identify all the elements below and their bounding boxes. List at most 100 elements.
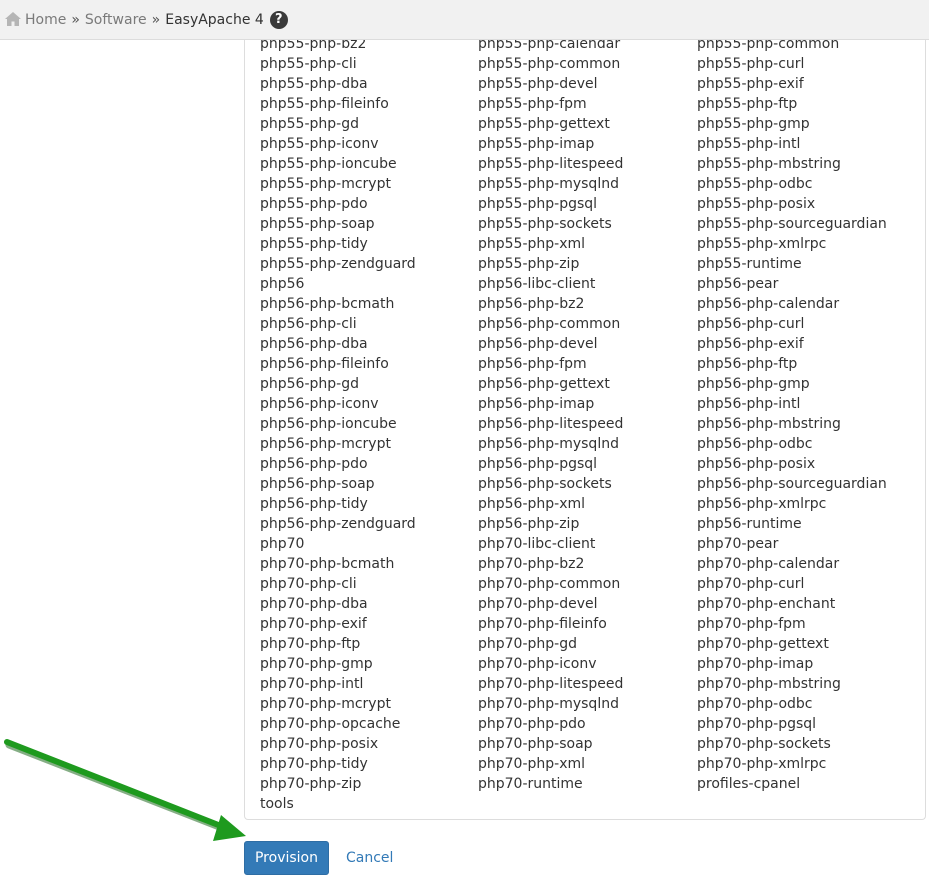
package-item: php55-php-zendguard: [260, 256, 416, 272]
package-item: php55-php-calendar: [478, 40, 621, 52]
package-item: php55-php-sockets: [478, 216, 612, 232]
package-item: php55-php-ftp: [697, 96, 798, 112]
package-item: php56-php-sourceguardian: [697, 476, 887, 492]
package-item: php55-php-xmlrpc: [697, 236, 827, 252]
package-item: php70-php-gmp: [260, 656, 373, 672]
package-item: php56-php-curl: [697, 316, 805, 332]
package-item: php70-php-opcache: [260, 716, 401, 732]
package-item: php70-php-bcmath: [260, 556, 395, 572]
page-title: EasyApache 4: [165, 11, 264, 28]
package-item: php56-php-litespeed: [478, 416, 624, 432]
breadcrumb-separator: »: [151, 11, 161, 28]
breadcrumb-software-link[interactable]: Software: [85, 12, 147, 28]
package-item: php55-php-posix: [697, 196, 816, 212]
breadcrumb-home-link[interactable]: Home: [25, 12, 66, 28]
breadcrumb-bar: Home » Software » EasyApache 4 ?: [0, 0, 929, 40]
package-item: php70-php-litespeed: [478, 676, 624, 692]
package-item: php70-php-enchant: [697, 596, 836, 612]
package-item: php55-php-bz2: [260, 40, 367, 52]
package-item: php55-php-odbc: [697, 176, 813, 192]
package-item: php56-php-gmp: [697, 376, 810, 392]
package-item: php56-php-iconv: [260, 396, 379, 412]
package-item: php56-php-exif: [697, 336, 804, 352]
package-item: php55-php-common: [697, 40, 840, 52]
package-item: php70-php-bz2: [478, 556, 585, 572]
package-item: php70-php-posix: [260, 736, 379, 752]
package-item: php55-php-exif: [697, 76, 804, 92]
package-item: php55-php-soap: [260, 216, 375, 232]
package-item: php70-php-mcrypt: [260, 696, 391, 712]
package-item: php55-php-devel: [478, 76, 598, 92]
package-item: php70-php-gettext: [697, 636, 829, 652]
package-item: php56-php-fpm: [478, 356, 587, 372]
package-item: php56-libc-client: [478, 276, 596, 292]
package-item: php56-php-xmlrpc: [697, 496, 827, 512]
package-item: php55-php-fileinfo: [260, 96, 389, 112]
package-item: php55-runtime: [697, 256, 802, 272]
package-item: php56-php-calendar: [697, 296, 840, 312]
package-item: tools: [260, 796, 294, 812]
package-item: php70-php-fpm: [697, 616, 806, 632]
package-item: php55-php-iconv: [260, 136, 379, 152]
package-item: php56-php-tidy: [260, 496, 368, 512]
provision-button[interactable]: Provision: [244, 841, 329, 875]
package-item: php55-php-curl: [697, 56, 805, 72]
package-item: php70-libc-client: [478, 536, 596, 552]
package-item: php70-php-mysqlnd: [478, 696, 619, 712]
package-item: php70-pear: [697, 536, 779, 552]
package-item: php56-php-zip: [478, 516, 580, 532]
package-item: php70-php-exif: [260, 616, 367, 632]
package-item: php55-php-sourceguardian: [697, 216, 887, 232]
package-item: php55-php-dba: [260, 76, 368, 92]
package-item: php55-php-imap: [478, 136, 595, 152]
home-icon[interactable]: [4, 11, 22, 27]
package-item: php55-php-gettext: [478, 116, 610, 132]
package-item: php56-php-mbstring: [697, 416, 841, 432]
package-item: php55-php-common: [478, 56, 621, 72]
package-item: php55-php-cli: [260, 56, 357, 72]
package-item: php55-php-mysqlnd: [478, 176, 619, 192]
help-icon[interactable]: ?: [269, 10, 288, 29]
package-item: php55-php-intl: [697, 136, 801, 152]
package-item: php56-php-devel: [478, 336, 598, 352]
package-item: php55-php-tidy: [260, 236, 368, 252]
package-item: php55-php-fpm: [478, 96, 587, 112]
package-item: php56-php-bcmath: [260, 296, 395, 312]
package-item: php70-php-xml: [478, 756, 586, 772]
package-item: php56-php-xml: [478, 496, 586, 512]
package-item: php56-php-ftp: [697, 356, 798, 372]
package-item: php70-php-gd: [478, 636, 577, 652]
package-item: php56-php-zendguard: [260, 516, 416, 532]
package-item: php56-php-cli: [260, 316, 357, 332]
package-item: php70-php-zip: [260, 776, 362, 792]
package-item: php56-php-odbc: [697, 436, 813, 452]
form-actions: Provision Cancel: [244, 841, 393, 875]
package-item: php56-php-pgsql: [478, 456, 598, 472]
package-item: php55-php-zip: [478, 256, 580, 272]
package-item: php56-php-gettext: [478, 376, 610, 392]
package-item: php56-php-gd: [260, 376, 359, 392]
package-item: php70: [260, 536, 305, 552]
package-item: php55-php-xml: [478, 236, 586, 252]
package-item: php56-php-mysqlnd: [478, 436, 619, 452]
package-item: php70-php-iconv: [478, 656, 597, 672]
package-list-panel: php55-php-bz2 php55-php-calendar php55-php…: [244, 40, 926, 820]
package-item: php70-php-calendar: [697, 556, 840, 572]
package-item: php55-php-pdo: [260, 196, 368, 212]
package-item: php70-php-pdo: [478, 716, 586, 732]
package-item: php70-php-xmlrpc: [697, 756, 827, 772]
package-item: php56-php-common: [478, 316, 621, 332]
package-item: php70-php-sockets: [697, 736, 831, 752]
package-item: php70-php-odbc: [697, 696, 813, 712]
package-item: php56-php-bz2: [478, 296, 585, 312]
cancel-link[interactable]: Cancel: [346, 850, 393, 866]
package-item: php70-php-tidy: [260, 756, 368, 772]
package-item: php55-php-ioncube: [260, 156, 397, 172]
package-item: php70-php-pgsql: [697, 716, 817, 732]
package-item: php70-php-curl: [697, 576, 805, 592]
package-item: php56: [260, 276, 305, 292]
package-item: php70-php-intl: [260, 676, 364, 692]
package-item: php70-php-cli: [260, 576, 357, 592]
package-item: php70-php-devel: [478, 596, 598, 612]
package-item: php56-php-pdo: [260, 456, 368, 472]
